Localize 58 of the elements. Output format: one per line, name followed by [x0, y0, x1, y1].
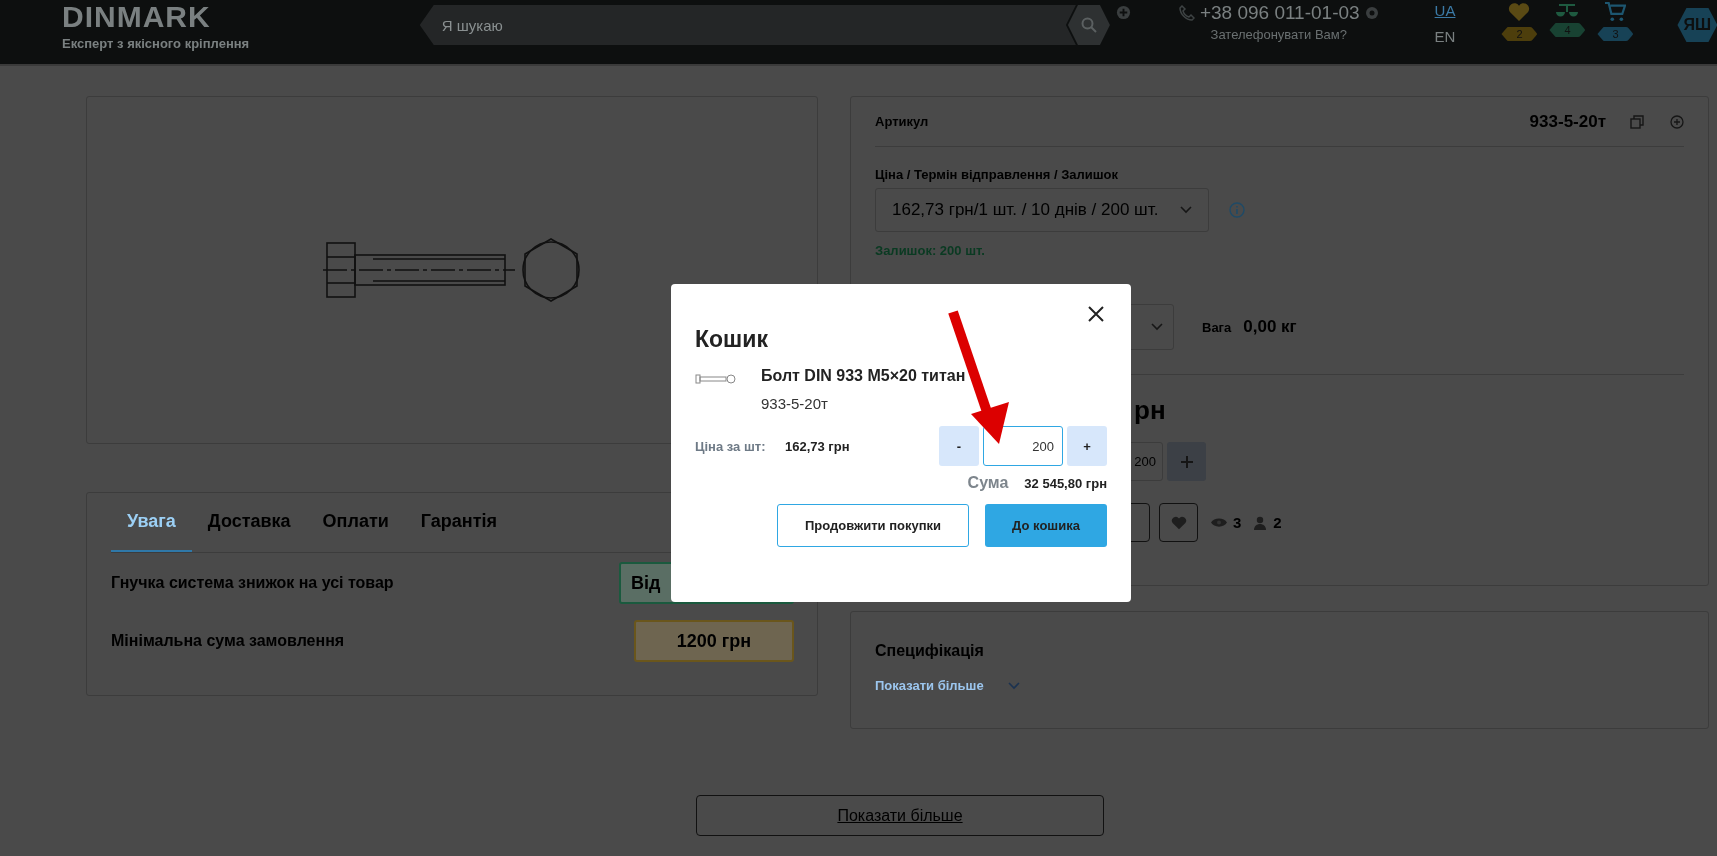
- show-more-link[interactable]: Показати більше: [875, 678, 1684, 693]
- specification-title: Специфікація: [875, 642, 985, 660]
- logo[interactable]: DINMARK: [62, 2, 260, 32]
- watchers-count: 2: [1273, 514, 1282, 531]
- info-value-button[interactable]: 1200 грн: [634, 620, 794, 662]
- heart-icon: [1508, 2, 1531, 22]
- chevron-icon: [1151, 323, 1163, 331]
- go-to-cart-button[interactable]: До кошика: [985, 504, 1107, 547]
- eye-icon: [1211, 517, 1227, 528]
- search-field[interactable]: Я шукаю: [419, 5, 1076, 45]
- chevron-icon: [1007, 681, 1020, 690]
- cart-icon: [1604, 2, 1627, 22]
- weight-value: 0,00 кг: [1243, 317, 1297, 337]
- info-icon[interactable]: [1229, 202, 1245, 218]
- offer-label: Ціна / Термін відправлення / Залишок: [875, 167, 1120, 182]
- total-label: Сума: [967, 474, 1009, 492]
- decrease-button[interactable]: -: [939, 426, 979, 466]
- phone-number[interactable]: +38 096 011-01-03: [1199, 2, 1360, 24]
- close-icon: [1088, 305, 1104, 322]
- favorite-button[interactable]: [1159, 503, 1198, 542]
- product-name: Болт DIN 933 M5×20 титан: [761, 367, 966, 385]
- continue-shopping-button[interactable]: Продовжити покупки: [777, 504, 969, 547]
- bolt-icon: [695, 373, 737, 385]
- search-icon: [1080, 17, 1097, 33]
- heart-icon: [1170, 515, 1187, 530]
- dialog-title: Кошик: [695, 326, 769, 353]
- gear-icon: [1364, 6, 1379, 20]
- unit-price-label: Ціна за шт:: [695, 438, 767, 454]
- count-badge: 3: [1597, 27, 1634, 41]
- plus-circle-icon[interactable]: [1670, 114, 1684, 129]
- unit-price: 162,73 грн: [785, 438, 850, 454]
- info-label: Гнучка система знижок на усі товар: [111, 574, 394, 592]
- tab[interactable]: Увага: [111, 493, 192, 552]
- views-count: 3: [1233, 514, 1242, 531]
- callback-link[interactable]: Зателефонувати Вам?: [1210, 27, 1347, 42]
- logo-tagline: Експерт з якісного кріплення: [62, 36, 251, 51]
- plus-icon: [1179, 454, 1194, 469]
- user-icon: [1253, 515, 1268, 530]
- plus-circle-icon[interactable]: [1115, 5, 1131, 20]
- scale-icon: [1555, 2, 1580, 18]
- total-value: 32 545,80 грн: [1024, 475, 1107, 491]
- product-sku: 933-5-20т: [761, 395, 829, 412]
- language-link[interactable]: EN: [1434, 28, 1456, 45]
- article-value: 933-5-20т: [1529, 111, 1606, 132]
- stock-status: Залишок: 200 шт.: [875, 243, 986, 258]
- search-button[interactable]: [1067, 5, 1110, 45]
- quantity-field[interactable]: 200: [983, 426, 1063, 466]
- price: рн: [1133, 395, 1167, 426]
- language-link[interactable]: UA: [1434, 2, 1456, 19]
- article-label: Артикул: [875, 114, 929, 129]
- weight-label: Вага: [1202, 319, 1232, 335]
- increase-button[interactable]: +: [1067, 426, 1107, 466]
- copy-icon[interactable]: [1630, 114, 1644, 129]
- count-badge: 2: [1501, 27, 1538, 41]
- info-label: Мінімальна сума замовлення: [111, 632, 345, 650]
- phone-icon: [1178, 5, 1195, 21]
- chevron-icon: [1180, 206, 1192, 214]
- increase-button[interactable]: [1167, 442, 1206, 481]
